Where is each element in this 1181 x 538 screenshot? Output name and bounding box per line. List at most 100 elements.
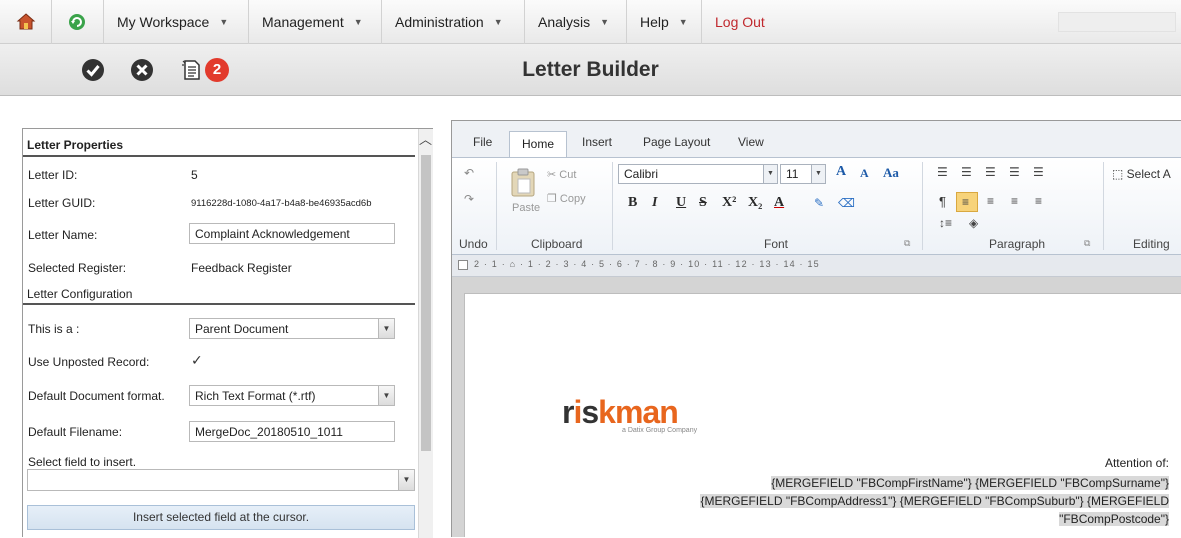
undo-icon[interactable]: ↶: [464, 166, 474, 180]
letter-name-label: Letter Name:: [28, 228, 98, 242]
menu-analysis[interactable]: Analysis ▼: [525, 0, 627, 44]
cut-button[interactable]: ✂ Cut: [547, 168, 576, 181]
scrollbar-thumb[interactable]: [421, 155, 431, 451]
menu-administration[interactable]: Administration ▼: [382, 0, 525, 44]
line-spacing-icon[interactable]: ↕≡: [939, 216, 952, 230]
increase-indent-icon[interactable]: ☰: [1033, 165, 1044, 179]
document-type-select[interactable]: Parent Document ▼: [189, 318, 395, 339]
menu-my-workspace[interactable]: My Workspace ▼: [104, 0, 249, 44]
decrease-indent-icon[interactable]: ☰: [1009, 165, 1020, 179]
subscript-button[interactable]: X₂: [748, 195, 762, 211]
field-to-insert-select[interactable]: ▼: [27, 469, 415, 491]
chevron-down-icon: ▼: [493, 17, 503, 27]
select-field-label: Select field to insert.: [28, 455, 137, 469]
shading-icon[interactable]: ◈: [969, 216, 978, 230]
default-filename-label: Default Filename:: [28, 425, 123, 439]
search-input[interactable]: [1058, 12, 1176, 32]
refresh-icon[interactable]: [52, 0, 104, 44]
chevron-down-icon: ▼: [600, 17, 610, 27]
chevron-down-icon: ▼: [398, 470, 414, 490]
font-name-select[interactable]: Calibri ▼: [618, 164, 778, 184]
grow-font-button[interactable]: A: [836, 164, 846, 180]
justify-icon[interactable]: ≡: [1035, 194, 1042, 208]
merge-field-line: {MERGEFIELD "FBCompAddress1"} {MERGEFIEL…: [700, 494, 1169, 508]
italic-button[interactable]: I: [652, 195, 657, 211]
clear-format-icon[interactable]: ⌫: [838, 196, 855, 210]
group-label-editing: Editing: [1133, 237, 1170, 251]
group-label-font: Font: [764, 237, 789, 251]
bullet-list-icon[interactable]: ☰: [937, 165, 948, 179]
multilevel-list-icon[interactable]: ☰: [985, 165, 996, 179]
merge-field-line: "FBCompPostcode"}: [1059, 512, 1169, 526]
align-center-icon[interactable]: ≡: [987, 194, 994, 208]
tab-home[interactable]: Home: [509, 131, 567, 158]
house-icon: [16, 13, 36, 30]
strikethrough-button[interactable]: S: [699, 195, 707, 211]
section-divider: [23, 303, 415, 305]
default-filename-input[interactable]: [189, 421, 395, 442]
underline-button[interactable]: U: [676, 195, 686, 211]
chevron-down-icon: ▼: [378, 386, 394, 405]
paste-label[interactable]: Paste: [512, 202, 540, 214]
group-label-paragraph: Paragraph: [989, 237, 1046, 251]
align-left-button[interactable]: ≡: [956, 192, 978, 212]
tab-file[interactable]: File: [473, 135, 492, 149]
font-color-button[interactable]: A: [774, 195, 784, 211]
superscript-button[interactable]: X²: [722, 195, 736, 211]
use-unposted-record-label: Use Unposted Record:: [28, 355, 150, 369]
letter-guid-label: Letter GUID:: [28, 196, 96, 210]
tab-view[interactable]: View: [738, 135, 764, 149]
align-right-icon[interactable]: ≡: [1011, 194, 1018, 208]
dialog-launcher-icon[interactable]: ⧉: [904, 238, 910, 249]
tab-page-layout[interactable]: Page Layout: [643, 135, 710, 149]
page-title: Letter Builder: [522, 58, 659, 81]
dialog-launcher-icon[interactable]: ⧉: [1084, 238, 1090, 249]
section-title-letter-properties: Letter Properties: [27, 138, 124, 152]
tab-insert[interactable]: Insert: [582, 135, 612, 149]
letter-id-value: 5: [191, 168, 198, 182]
shrink-font-button[interactable]: A: [860, 166, 869, 181]
chevron-down-icon: ▼: [763, 165, 777, 183]
numbered-list-icon[interactable]: ☰: [961, 165, 972, 179]
menu-log-out[interactable]: Log Out: [702, 0, 792, 44]
redo-icon[interactable]: ↷: [464, 192, 474, 206]
logo-subtitle: a Datix Group Company: [622, 427, 698, 434]
insert-field-button[interactable]: Insert selected field at the cursor.: [27, 505, 415, 530]
paste-icon[interactable]: [510, 168, 536, 198]
chevron-up-icon[interactable]: ︿: [418, 133, 433, 147]
section-divider: [23, 155, 415, 157]
document-format-select[interactable]: Rich Text Format (*.rtf) ▼: [189, 385, 395, 406]
chevron-down-icon: ▼: [378, 319, 394, 338]
group-separator: [1103, 162, 1104, 250]
group-separator: [496, 162, 497, 250]
letter-properties-panel: Letter Properties Letter ID: 5 Letter GU…: [22, 128, 433, 538]
document-type-label: This is a :: [28, 322, 80, 336]
selected-register-value: Feedback Register: [191, 261, 292, 275]
select-all-icon: ⬚: [1112, 167, 1127, 181]
home-icon[interactable]: [0, 0, 52, 44]
menu-help[interactable]: Help ▼: [627, 0, 702, 44]
highlight-icon[interactable]: ✎: [814, 196, 824, 210]
change-case-button[interactable]: Aa: [883, 165, 899, 181]
copy-button[interactable]: ❐ Copy: [547, 192, 586, 205]
group-label-clipboard: Clipboard: [531, 237, 583, 251]
select-all-button[interactable]: ⬚ Select A: [1112, 167, 1171, 181]
letter-name-input[interactable]: [189, 223, 395, 244]
tab-stop-icon[interactable]: [458, 260, 468, 270]
copy-icon: ❐: [547, 193, 560, 205]
ribbon-tabs: File Home Insert Page Layout View: [452, 121, 1181, 158]
menu-management[interactable]: Management ▼: [249, 0, 382, 44]
font-size-select[interactable]: 11 ▼: [780, 164, 826, 184]
rich-text-editor: File Home Insert Page Layout View ↶ ↷ Un…: [451, 120, 1181, 537]
page-toolbar: 2 Letter Builder: [0, 44, 1181, 96]
document-page[interactable]: riskman a Datix Group Company Attention …: [464, 293, 1181, 537]
chevron-down-icon: ▼: [353, 17, 363, 27]
use-unposted-record-checkbox[interactable]: ✓: [191, 353, 205, 368]
horizontal-ruler[interactable]: 2 · 1 · ⌂ · 1 · 2 · 3 · 4 · 5 · 6 · 7 · …: [452, 255, 1181, 277]
selected-register-label: Selected Register:: [28, 261, 127, 275]
document-format-label: Default Document format.: [28, 389, 165, 403]
bold-button[interactable]: B: [628, 195, 637, 211]
pilcrow-icon[interactable]: ¶: [939, 194, 946, 209]
ruler-scale: 2 · 1 · ⌂ · 1 · 2 · 3 · 4 · 5 · 6 · 7 · …: [474, 259, 820, 269]
chevron-down-icon: ▼: [811, 165, 825, 183]
